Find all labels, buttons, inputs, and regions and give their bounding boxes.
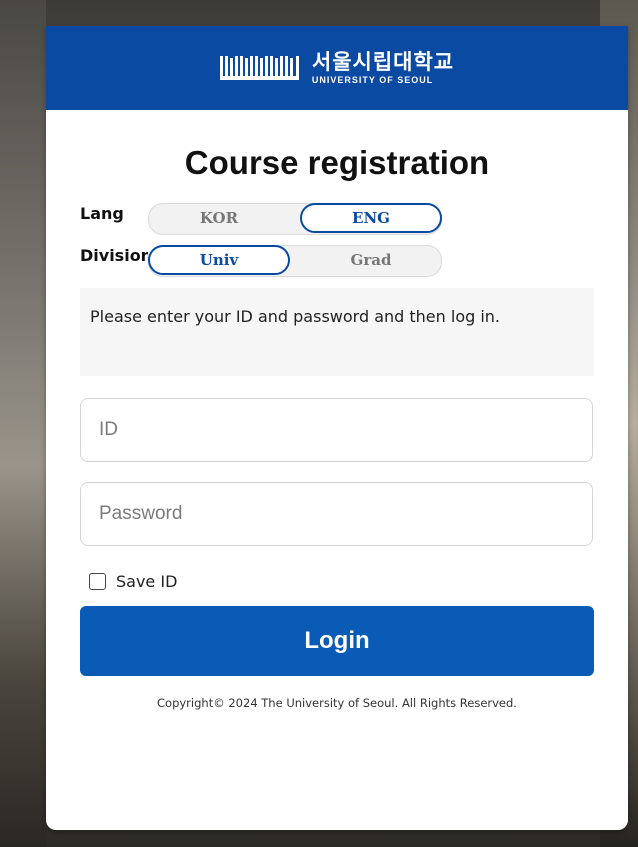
login-instructions: Please enter your ID and password and th… [80, 288, 594, 376]
university-logo: 서울시립대학교 UNIVERSITY OF SEOUL [219, 50, 455, 86]
password-input[interactable] [80, 482, 593, 546]
university-logo-icon [219, 56, 299, 80]
id-input[interactable] [80, 398, 593, 462]
background-left [0, 0, 46, 847]
save-id-checkbox[interactable] [89, 573, 106, 590]
login-card: 서울시립대학교 UNIVERSITY OF SEOUL Course regis… [46, 26, 628, 830]
logo-english-text: UNIVERSITY OF SEOUL [311, 75, 434, 85]
header-bar: 서울시립대학교 UNIVERSITY OF SEOUL [46, 26, 628, 110]
language-option-eng[interactable]: ENG [300, 203, 442, 233]
division-toggle: Univ Grad [148, 245, 442, 277]
language-label: Lang [80, 204, 124, 223]
save-id-row[interactable]: Save ID [89, 572, 177, 591]
division-label: Division [80, 246, 148, 265]
logo-korean-text: 서울시립대학교 [311, 50, 455, 74]
language-option-kor[interactable]: KOR [148, 203, 290, 233]
language-toggle: KOR ENG [148, 203, 442, 235]
copyright-text: Copyright© 2024 The University of Seoul.… [157, 696, 517, 710]
division-option-grad[interactable]: Grad [300, 245, 442, 275]
login-button[interactable]: Login [80, 606, 594, 676]
save-id-label: Save ID [116, 572, 178, 591]
division-option-univ[interactable]: Univ [148, 245, 290, 275]
page-title: Course registration [184, 144, 490, 181]
